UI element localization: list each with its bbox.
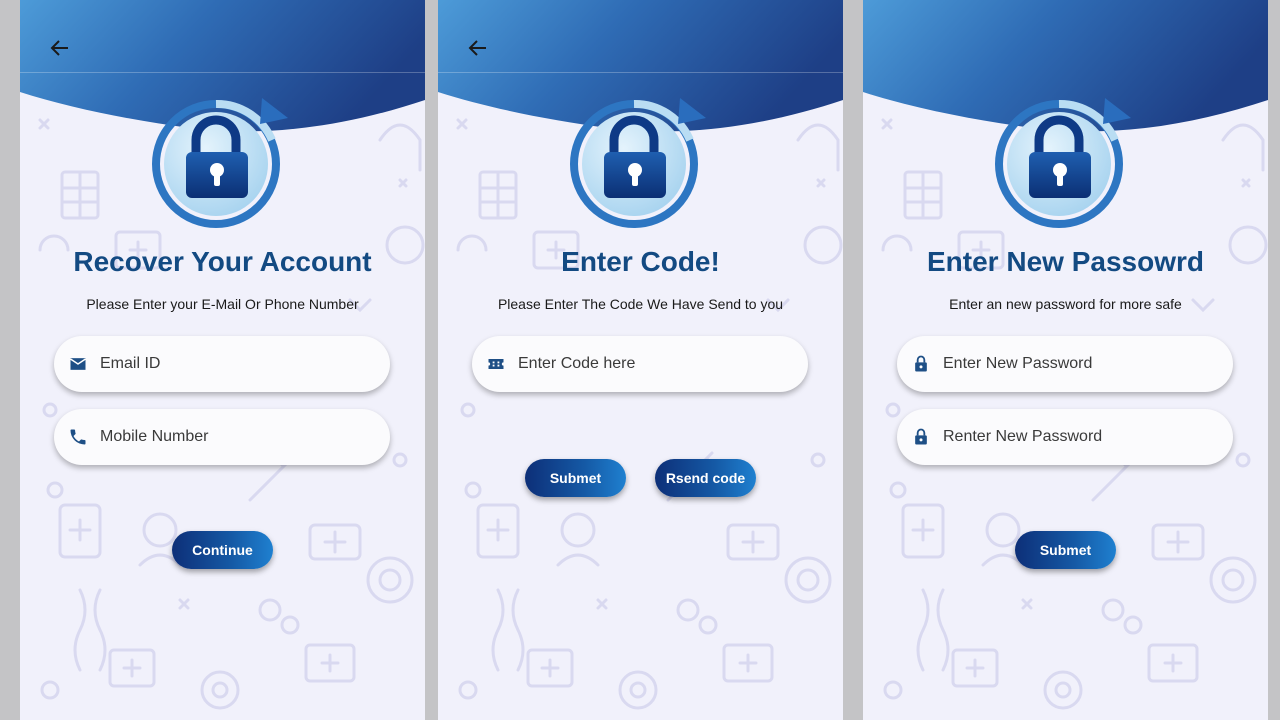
new-password-screen: Enter New Passowrd Enter an new password… — [863, 0, 1268, 720]
submit-button[interactable]: Submet — [1015, 531, 1116, 569]
page-subtitle: Please Enter The Code We Have Send to yo… — [497, 296, 784, 312]
email-field[interactable] — [54, 336, 390, 392]
page-title: Enter New Passowrd — [927, 246, 1204, 277]
email-input[interactable] — [100, 336, 370, 392]
recover-account-screen: Recover Your Account Please Enter your E… — [20, 0, 425, 720]
mobile-field[interactable] — [54, 409, 390, 465]
mobile-input[interactable] — [100, 409, 370, 465]
back-arrow-icon[interactable] — [466, 36, 490, 60]
code-input[interactable] — [518, 336, 788, 392]
confirm-password-input[interactable] — [943, 409, 1213, 465]
phone-icon — [70, 429, 86, 445]
new-password-field[interactable] — [897, 336, 1233, 392]
lock-icon — [915, 355, 927, 372]
header-divider — [438, 72, 843, 73]
lock-refresh-icon — [568, 92, 708, 232]
enter-code-screen: Enter Code! Please Enter The Code We Hav… — [438, 0, 843, 720]
header-divider — [20, 72, 425, 73]
page-title: Enter Code! — [561, 246, 720, 277]
continue-button[interactable]: Continue — [172, 531, 273, 569]
submit-button[interactable]: Submet — [525, 459, 626, 497]
confirm-password-field[interactable] — [897, 409, 1233, 465]
page-subtitle: Enter an new password for more safe — [949, 296, 1182, 312]
lock-icon — [915, 428, 927, 445]
mail-icon — [70, 358, 86, 370]
lock-refresh-icon — [993, 92, 1133, 232]
resend-code-button[interactable]: Rsend code — [655, 459, 756, 497]
back-arrow-icon[interactable] — [48, 36, 72, 60]
page-subtitle: Please Enter your E-Mail Or Phone Number — [86, 296, 359, 312]
lock-refresh-icon — [150, 92, 290, 232]
page-title: Recover Your Account — [73, 246, 372, 277]
new-password-input[interactable] — [943, 336, 1213, 392]
ticket-icon — [488, 359, 504, 369]
code-field[interactable] — [472, 336, 808, 392]
